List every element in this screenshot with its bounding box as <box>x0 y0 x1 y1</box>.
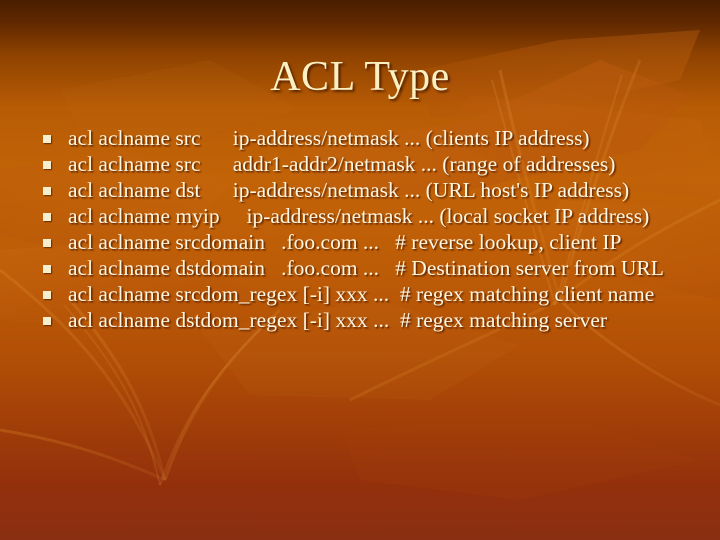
bullet-square-icon <box>43 239 51 247</box>
bullet-square-icon <box>43 187 51 195</box>
list-item: acl aclname src ip-address/netmask ... (… <box>36 125 706 151</box>
list-item: acl aclname dst ip-address/netmask ... (… <box>36 177 706 203</box>
bullet-list: acl aclname src ip-address/netmask ... (… <box>36 125 706 333</box>
page-title: ACL Type <box>270 54 450 100</box>
list-item-text: acl aclname dstdom_regex [-i] xxx ... # … <box>68 308 608 332</box>
list-item: acl aclname dstdom_regex [-i] xxx ... # … <box>36 307 706 333</box>
bullet-square-icon <box>43 135 51 143</box>
list-item-text: acl aclname src addr1-addr2/netmask ... … <box>68 152 616 176</box>
list-item: acl aclname myip ip-address/netmask ... … <box>36 203 706 229</box>
bullet-square-icon <box>43 213 51 221</box>
bullet-square-icon <box>43 161 51 169</box>
list-item: acl aclname srcdomain .foo.com ... # rev… <box>36 229 706 255</box>
bullet-square-icon <box>43 317 51 325</box>
list-item-text: acl aclname dst ip-address/netmask ... (… <box>68 178 630 202</box>
list-item-text: acl aclname src ip-address/netmask ... (… <box>68 126 590 150</box>
list-item-text: acl aclname srcdom_regex [-i] xxx ... # … <box>68 282 655 306</box>
list-item-text: acl aclname srcdomain .foo.com ... # rev… <box>68 230 622 254</box>
list-item: acl aclname src addr1-addr2/netmask ... … <box>36 151 706 177</box>
list-item: acl aclname srcdom_regex [-i] xxx ... # … <box>36 281 706 307</box>
bullet-square-icon <box>43 265 51 273</box>
list-item-text: acl aclname dstdomain .foo.com ... # Des… <box>68 256 664 280</box>
slide: ACL Type acl aclname src ip-address/netm… <box>0 0 720 540</box>
list-item: acl aclname dstdomain .foo.com ... # Des… <box>36 255 706 281</box>
bullet-square-icon <box>43 291 51 299</box>
list-item-text: acl aclname myip ip-address/netmask ... … <box>68 204 650 228</box>
